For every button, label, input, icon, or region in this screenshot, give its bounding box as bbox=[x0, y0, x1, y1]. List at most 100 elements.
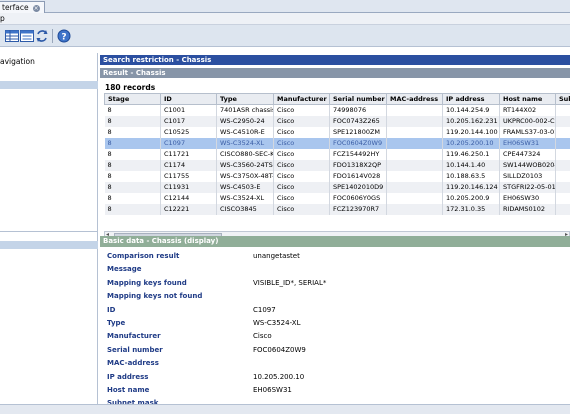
table-cell: WS-C3750X-48T-L bbox=[216, 170, 274, 182]
table-cell bbox=[555, 104, 570, 116]
navigation-divider bbox=[0, 231, 98, 232]
detail-value: C1097 bbox=[253, 305, 276, 314]
table-cell bbox=[386, 159, 443, 171]
table-row[interactable]: 8 C11755 WS-C3750X-48T-L Cisco FDO1614V028 10… bbox=[104, 170, 570, 182]
table-cell: FCZ154492HY bbox=[329, 148, 387, 160]
navigation-section-strip[interactable] bbox=[0, 241, 98, 249]
detail-label: Message bbox=[107, 265, 142, 274]
column-header[interactable]: Serial number bbox=[329, 93, 387, 105]
detail-label: Host name bbox=[107, 386, 150, 394]
column-header[interactable]: Type bbox=[216, 93, 274, 105]
menu-item-help[interactable]: p bbox=[0, 14, 5, 23]
table-cell: Cisco bbox=[273, 192, 330, 204]
table-cell: Cisco bbox=[273, 126, 330, 138]
table-row[interactable]: 8 C12144 WS-C3524-XL Cisco FOC0606Y0GS 10.205… bbox=[104, 192, 570, 204]
svg-text:?: ? bbox=[61, 33, 66, 43]
toolbar-separator bbox=[52, 29, 53, 43]
form-view-icon[interactable] bbox=[19, 28, 35, 44]
basic-data-form: Comparison result unangetastet Message Mapp… bbox=[100, 247, 570, 404]
detail-label: Mapping keys found bbox=[107, 278, 187, 287]
navigation-label: avigation bbox=[0, 57, 35, 66]
table-row[interactable]: 8 C11721 CISCO880-SEC-K9 Cisco FCZ154492HY 11… bbox=[104, 148, 570, 160]
column-header[interactable]: ID bbox=[160, 93, 217, 105]
grid-view-icon[interactable] bbox=[4, 28, 20, 44]
table-row[interactable]: 8 C10525 WS-C4510R-E Cisco SPE121800ZM 119.20… bbox=[104, 126, 570, 138]
table-row[interactable]: 8 C1174 WS-C3560-24TS-E Cisco FDO1318X2QP 10.… bbox=[104, 159, 570, 171]
table-row[interactable]: 8 C11931 WS-C4503-E Cisco SPE1402010D9 119.20… bbox=[104, 181, 570, 193]
column-header[interactable]: IP address bbox=[442, 93, 500, 105]
table-cell bbox=[555, 148, 570, 160]
table-cell: SW144WOB02040 bbox=[499, 159, 556, 171]
detail-value: WS-C3524-XL bbox=[253, 319, 301, 327]
tab-bar: terface × bbox=[0, 0, 570, 13]
table-cell bbox=[386, 137, 443, 149]
table-cell bbox=[555, 203, 570, 215]
table-row[interactable]: 8 C1017 WS-C2950-24 Cisco FOC0743Z265 10.205.… bbox=[104, 115, 570, 127]
record-count: 180 records bbox=[105, 83, 156, 92]
table-cell: FOC0743Z265 bbox=[329, 115, 387, 127]
table-cell: 172.31.0.35 bbox=[442, 203, 500, 215]
table-cell: SILLDZ0103 bbox=[499, 170, 556, 182]
table-cell: 8 bbox=[104, 126, 161, 138]
refresh-icon[interactable] bbox=[34, 28, 50, 44]
table-cell: WS-C4503-E bbox=[216, 181, 274, 193]
table-cell: SPE1402010D9 bbox=[329, 181, 387, 193]
table-cell bbox=[386, 181, 443, 193]
table-cell: 8 bbox=[104, 170, 161, 182]
navigation-selected-strip[interactable] bbox=[0, 81, 98, 89]
table-cell: FOC0604Z0W9 bbox=[329, 137, 387, 149]
table-cell: C10525 bbox=[160, 126, 217, 138]
table-cell: FOC0606Y0GS bbox=[329, 192, 387, 204]
detail-value: 10.205.200.10 bbox=[253, 372, 305, 381]
table-cell: 10.205.200.9 bbox=[442, 192, 500, 204]
table-cell bbox=[555, 192, 570, 204]
table-row[interactable]: 8 C1097 WS-C3524-XL Cisco FOC0604Z0W9 10.205.… bbox=[104, 137, 570, 149]
column-header[interactable]: Manufacturer bbox=[273, 93, 330, 105]
table-cell: WS-C4510R-E bbox=[216, 126, 274, 138]
table-row[interactable]: 8 C12221 CISCO3845 Cisco FCZ123970R7 172.31.0… bbox=[104, 203, 570, 215]
detail-value: Cisco bbox=[253, 332, 272, 341]
column-header[interactable]: MAC-address bbox=[386, 93, 443, 105]
table-cell: FDO1614V028 bbox=[329, 170, 387, 182]
detail-label: Comparison result bbox=[107, 252, 180, 260]
table-cell bbox=[555, 159, 570, 171]
close-tab-icon[interactable]: × bbox=[32, 4, 40, 12]
table-cell bbox=[555, 126, 570, 138]
table-cell: STGFRI22-05-01-02-4 bbox=[499, 181, 556, 193]
table-cell: C12144 bbox=[160, 192, 217, 204]
main-panel: Search restriction - Chassis Result - Ch… bbox=[100, 55, 570, 404]
table-cell: Cisco bbox=[273, 115, 330, 127]
table-cell: C12221 bbox=[160, 203, 217, 215]
table-cell: WS-C2950-24 bbox=[216, 115, 274, 127]
detail-label: Mapping keys not found bbox=[107, 292, 203, 301]
table-cell: RT144X02 bbox=[499, 104, 556, 116]
status-bar bbox=[0, 404, 570, 414]
table-cell: C11931 bbox=[160, 181, 217, 193]
table-cell: 10.205.200.10 bbox=[442, 137, 500, 149]
table-cell: 8 bbox=[104, 137, 161, 149]
column-header[interactable]: Sub bbox=[555, 93, 570, 105]
table-cell: 10.144.1.40 bbox=[442, 159, 500, 171]
table-cell: Cisco bbox=[273, 104, 330, 116]
table-cell: FCZ123970R7 bbox=[329, 203, 387, 215]
detail-value: EH06SW31 bbox=[253, 386, 292, 394]
table-cell: WS-C3524-XL bbox=[216, 137, 274, 149]
table-cell bbox=[555, 115, 570, 127]
table-cell: FRAMLS37-03-01-01 bbox=[499, 126, 556, 138]
table-cell: 10.144.254.9 bbox=[442, 104, 500, 116]
table-cell: RIDAMS0102 bbox=[499, 203, 556, 215]
detail-label: ID bbox=[107, 305, 116, 314]
table-cell: 119.20.144.100 bbox=[442, 126, 500, 138]
table-row[interactable]: 8C10017401ASR chassis, muCisco74998076 10… bbox=[104, 104, 570, 116]
table-cell: 8 bbox=[104, 115, 161, 127]
column-header[interactable]: Host name bbox=[499, 93, 556, 105]
help-icon[interactable]: ? bbox=[56, 28, 72, 44]
table-cell bbox=[386, 104, 443, 116]
column-header[interactable]: Stage bbox=[104, 93, 161, 105]
table-cell: 8 bbox=[104, 159, 161, 171]
navigation-panel: avigation bbox=[0, 53, 98, 404]
detail-value: FOC0604Z0W9 bbox=[253, 345, 306, 354]
tab-interface[interactable]: terface × bbox=[0, 1, 45, 13]
search-restriction-header[interactable]: Search restriction - Chassis bbox=[100, 55, 570, 65]
detail-label: Serial number bbox=[107, 345, 163, 354]
